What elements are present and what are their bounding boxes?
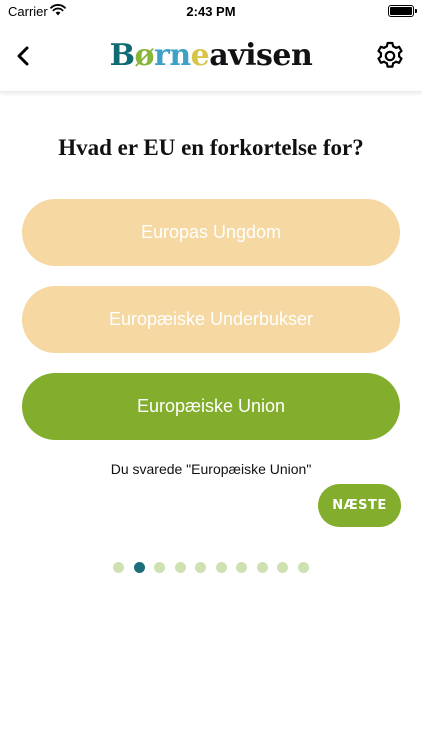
- progress-dots: [0, 562, 422, 573]
- progress-dot: [297, 562, 309, 573]
- status-time: 2:43 PM: [186, 4, 236, 19]
- progress-dot: [113, 562, 125, 573]
- battery-icon: [388, 5, 417, 17]
- progress-dot-active: [133, 562, 145, 573]
- answer-feedback: Du svarede "Europæiske Union": [110, 461, 312, 477]
- progress-dot: [277, 562, 289, 573]
- answer-option[interactable]: Europas Ungdom: [22, 199, 400, 266]
- progress-dot: [256, 562, 268, 573]
- nav-bar: Børneavisen: [0, 22, 422, 92]
- progress-dot: [195, 562, 207, 573]
- progress-dot: [154, 562, 166, 573]
- answer-option[interactable]: Europæiske Underbukser: [22, 286, 400, 353]
- gear-icon[interactable]: [374, 40, 406, 72]
- progress-dot: [236, 562, 248, 573]
- question-text: Hvad er EU en forkortelse for?: [58, 135, 364, 160]
- progress-dot: [174, 562, 186, 573]
- progress-dot: [215, 562, 227, 573]
- answer-option-selected[interactable]: Europæiske Union: [22, 373, 400, 440]
- status-bar: Carrier 2:43 PM: [0, 0, 422, 22]
- app-logo: Børneavisen: [109, 38, 313, 73]
- next-button[interactable]: NÆSTE: [318, 484, 401, 527]
